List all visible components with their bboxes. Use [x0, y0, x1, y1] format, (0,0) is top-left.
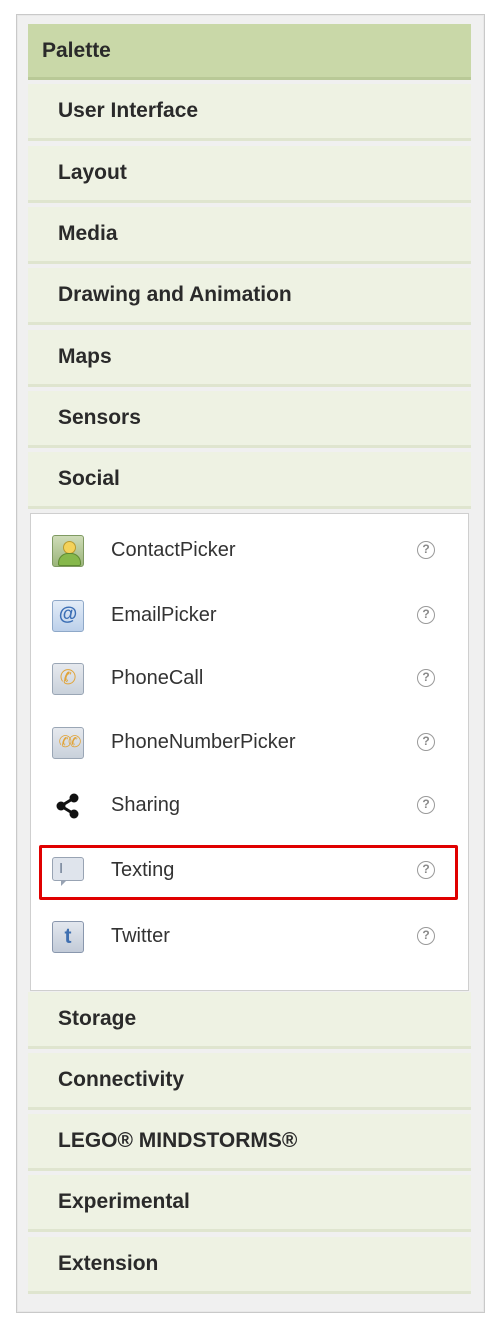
- help-icon[interactable]: ?: [417, 541, 435, 559]
- twitter-icon: t: [52, 921, 84, 953]
- component-phone-number-picker[interactable]: ✆✆ PhoneNumberPicker ?: [31, 723, 468, 763]
- help-icon[interactable]: ?: [417, 861, 435, 879]
- social-components-list: ContactPicker ? @ EmailPicker ? ✆ PhoneC…: [30, 513, 469, 991]
- phone-number-picker-icon: ✆✆: [52, 727, 84, 759]
- component-label: Texting: [111, 859, 175, 881]
- texting-icon: I: [52, 857, 84, 886]
- component-label: EmailPicker: [111, 604, 217, 626]
- phone-call-icon: ✆: [52, 663, 84, 695]
- category-lego-mindstorms[interactable]: LEGO® MINDSTORMS®: [28, 1114, 471, 1171]
- category-storage[interactable]: Storage: [28, 992, 471, 1049]
- component-sharing[interactable]: Sharing ?: [31, 786, 468, 826]
- category-media[interactable]: Media: [28, 207, 471, 264]
- category-extension[interactable]: Extension: [28, 1237, 471, 1294]
- category-sensors[interactable]: Sensors: [28, 391, 471, 448]
- contact-picker-icon: [52, 535, 84, 567]
- help-icon[interactable]: ?: [417, 669, 435, 687]
- help-icon[interactable]: ?: [417, 796, 435, 814]
- component-email-picker[interactable]: @ EmailPicker ?: [31, 596, 468, 636]
- share-icon: [52, 790, 84, 822]
- help-icon[interactable]: ?: [417, 733, 435, 751]
- component-label: ContactPicker: [111, 539, 236, 561]
- category-social[interactable]: Social: [28, 452, 471, 509]
- component-label: Twitter: [111, 925, 170, 947]
- component-phone-call[interactable]: ✆ PhoneCall ?: [31, 659, 468, 699]
- category-user-interface[interactable]: User Interface: [28, 84, 471, 141]
- email-picker-icon: @: [52, 600, 84, 632]
- category-experimental[interactable]: Experimental: [28, 1175, 471, 1232]
- category-layout[interactable]: Layout: [28, 146, 471, 203]
- component-label: PhoneNumberPicker: [111, 731, 296, 753]
- component-label: PhoneCall: [111, 667, 204, 689]
- component-twitter[interactable]: t Twitter ?: [31, 917, 468, 957]
- help-icon[interactable]: ?: [417, 606, 435, 624]
- category-maps[interactable]: Maps: [28, 330, 471, 387]
- palette-header: Palette: [28, 24, 471, 80]
- category-drawing-and-animation[interactable]: Drawing and Animation: [28, 268, 471, 325]
- component-contact-picker[interactable]: ContactPicker ?: [31, 531, 468, 571]
- help-icon[interactable]: ?: [417, 927, 435, 945]
- category-connectivity[interactable]: Connectivity: [28, 1053, 471, 1110]
- component-texting[interactable]: I Texting ?: [31, 851, 468, 891]
- component-label: Sharing: [111, 794, 180, 816]
